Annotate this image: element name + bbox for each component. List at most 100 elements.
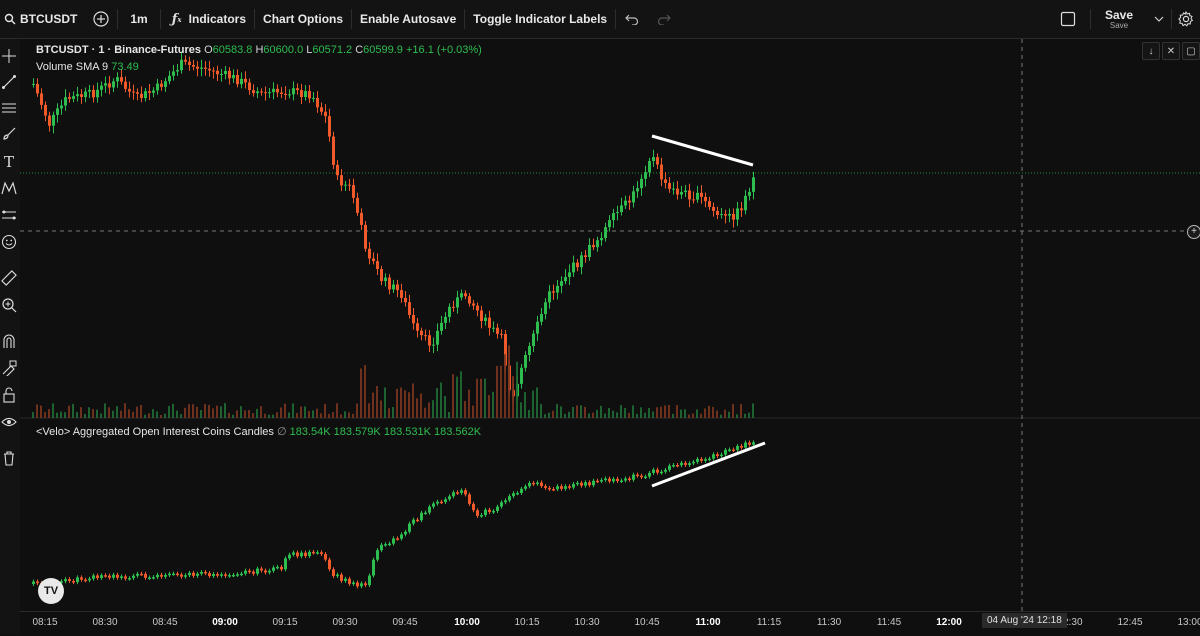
price-candle (44, 104, 47, 116)
measure-icon[interactable] (0, 206, 18, 224)
price-candle (384, 277, 387, 282)
volume-bar (380, 400, 382, 418)
oi-candle (576, 482, 579, 485)
compare-button[interactable] (85, 0, 117, 38)
volume-bar (220, 406, 222, 418)
oi-candle (696, 458, 699, 462)
oi-candle (224, 574, 227, 576)
interval-button[interactable]: 1m (118, 0, 159, 38)
oi-candle (544, 486, 547, 488)
oi-candle (592, 480, 595, 486)
fib-icon[interactable] (0, 99, 18, 117)
trash-icon[interactable] (0, 449, 18, 467)
text-icon[interactable]: T (0, 153, 18, 171)
oi-candle (436, 501, 439, 504)
time-axis-label: 09:45 (392, 617, 418, 628)
oi-candle (304, 552, 307, 557)
layout-checkbox[interactable] (1046, 0, 1090, 38)
pane-maximize-button[interactable]: ▢ (1182, 42, 1200, 60)
price-candle (112, 81, 115, 88)
oi-candle (32, 581, 35, 584)
price-candle (128, 88, 131, 92)
settings-button[interactable] (1172, 0, 1200, 38)
oi-candle (284, 558, 287, 570)
volume-bar (388, 408, 390, 418)
tradingview-logo[interactable]: TV (38, 578, 64, 604)
volume-bar (528, 410, 530, 418)
price-candle (584, 255, 587, 258)
volume-bar (308, 410, 310, 418)
price-candle (248, 82, 251, 91)
pane-collapse-button[interactable]: ✕ (1162, 42, 1180, 60)
price-candle (464, 293, 467, 297)
chart-area[interactable]: BTCUSDT · 1 · Binance-Futures O60583.8 H… (20, 39, 1200, 611)
price-candle (332, 136, 335, 165)
eye-icon[interactable] (0, 413, 18, 431)
lock-drawing-icon[interactable] (0, 359, 18, 377)
oi-candle (364, 583, 367, 586)
zoom-in-icon[interactable] (0, 296, 18, 314)
volume-bar (384, 387, 386, 418)
price-candle (68, 97, 71, 99)
volume-bar (92, 409, 94, 418)
toggle-labels-button[interactable]: Toggle Indicator Labels (465, 0, 615, 38)
price-candle (672, 188, 675, 190)
price-candle (468, 296, 471, 304)
crosshair-add-button[interactable]: + (1187, 225, 1200, 239)
price-candle (52, 114, 55, 126)
price-candle (352, 185, 355, 198)
save-button[interactable]: Save Save (1091, 0, 1147, 38)
oi-candle (36, 581, 39, 584)
volume-bar (96, 409, 98, 418)
undo-button[interactable] (616, 0, 648, 38)
magnet-icon[interactable] (0, 332, 18, 350)
trendline-icon[interactable] (0, 73, 18, 91)
pane-down-button[interactable]: ↓ (1142, 42, 1160, 60)
save-menu-button[interactable] (1147, 0, 1171, 38)
volume-bar (480, 378, 482, 418)
volume-bar (712, 406, 714, 418)
chart-options-button[interactable]: Chart Options (255, 0, 351, 38)
volume-bar (628, 412, 630, 418)
lock-icon[interactable] (0, 386, 18, 404)
indicators-button[interactable]: ƒx Indicators (161, 0, 254, 38)
volume-bar (208, 405, 210, 418)
emoji-icon[interactable] (0, 233, 18, 251)
volume-bar (732, 404, 734, 418)
oi-candle (740, 445, 743, 448)
oi-candle (596, 480, 599, 483)
chart-canvas[interactable] (20, 39, 1200, 611)
time-axis-label: 10:30 (574, 617, 600, 628)
crosshair-icon[interactable] (0, 47, 18, 65)
pattern-icon[interactable] (0, 179, 18, 197)
oi-candle (104, 575, 107, 577)
redo-button[interactable] (648, 0, 680, 38)
oi-candle (584, 482, 587, 486)
volume-bar (296, 413, 298, 418)
price-candle (308, 91, 311, 99)
volume-bar (236, 410, 238, 418)
price-candle (412, 314, 415, 324)
oi-candle (368, 575, 371, 586)
oi-candle (136, 573, 139, 576)
volume-bar (424, 407, 426, 418)
volume-bar (140, 405, 142, 418)
autosave-button[interactable]: Enable Autosave (352, 0, 464, 38)
oi-candle (280, 566, 283, 570)
price-candle (96, 89, 99, 98)
volume-bar (172, 403, 174, 418)
volume-bar (676, 405, 678, 418)
volume-bar (292, 403, 294, 418)
ruler-icon[interactable] (0, 269, 18, 287)
price-candle (724, 214, 727, 216)
oi-candle (440, 501, 443, 504)
oi-candle (212, 574, 215, 577)
time-axis-label: 10:45 (634, 617, 660, 628)
price-candle (444, 316, 447, 323)
price-candle (320, 107, 323, 112)
oi-candle (748, 442, 751, 445)
legend-open: 60583.8 (212, 44, 253, 56)
symbol-search[interactable]: BTCUSDT (0, 0, 85, 38)
brush-icon[interactable] (0, 125, 18, 143)
price-candle (572, 262, 575, 273)
